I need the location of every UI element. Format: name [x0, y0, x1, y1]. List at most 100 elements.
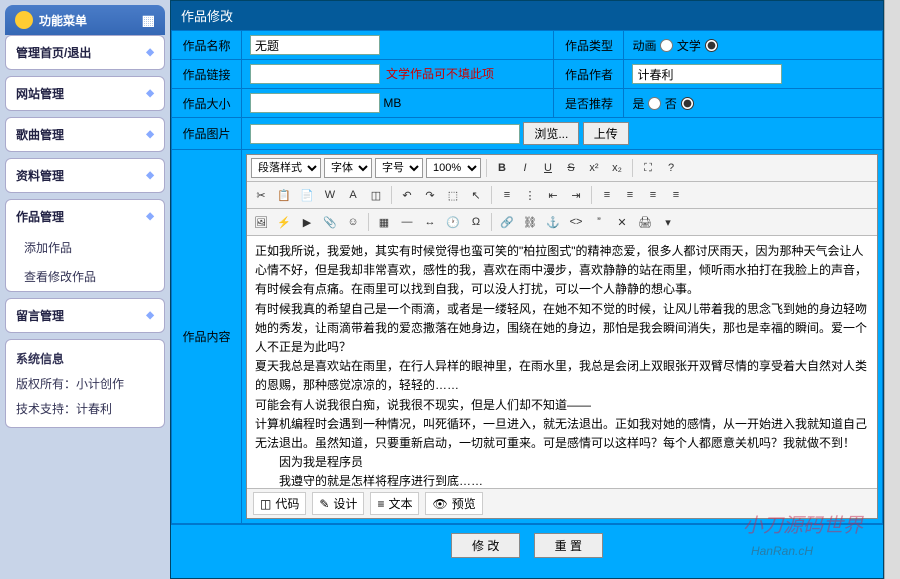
sidebar-item-home[interactable]: 管理首页/退出◆ [6, 36, 164, 69]
font-select[interactable]: 字体 [324, 158, 372, 178]
super-icon[interactable]: x² [584, 158, 604, 178]
size-input[interactable] [250, 93, 380, 113]
pointer-icon[interactable]: ↖ [466, 185, 486, 205]
bold-icon[interactable]: B [492, 158, 512, 178]
size-unit: MB [383, 96, 401, 110]
work-name-input[interactable] [250, 35, 380, 55]
sidebar-subitem-add-work[interactable]: 添加作品 [6, 233, 164, 262]
media-icon[interactable]: ▶ [297, 212, 317, 232]
image-label: 作品图片 [172, 118, 242, 150]
redo-icon[interactable]: ↷ [420, 185, 440, 205]
clear-icon[interactable]: ✕ [612, 212, 632, 232]
chevron-down-icon: ◆ [146, 129, 154, 140]
align-center-icon[interactable]: ≡ [620, 185, 640, 205]
preview-mode-icon: 👁 [432, 497, 447, 511]
indent-icon[interactable]: ⇥ [566, 185, 586, 205]
strike-icon[interactable]: S [561, 158, 581, 178]
image-icon[interactable]: 🖼 [251, 212, 271, 232]
image-path-input[interactable] [250, 124, 520, 144]
paste-icon[interactable]: 📄 [297, 185, 317, 205]
zoom-select[interactable]: 100% [426, 158, 481, 178]
work-type-label: 作品类型 [554, 31, 624, 60]
align-justify-icon[interactable]: ≡ [666, 185, 686, 205]
scrollbar[interactable] [884, 0, 900, 579]
sidebar-item-song[interactable]: 歌曲管理◆ [6, 118, 164, 151]
type-lit-radio[interactable] [705, 39, 718, 52]
work-name-label: 作品名称 [172, 31, 242, 60]
sidebar-item-site[interactable]: 网站管理◆ [6, 77, 164, 110]
main-content: 作品修改 作品名称 作品类型 动画 文学 作品链接 文学作品可不填此项 作品作者 [170, 0, 884, 579]
unlink-icon[interactable]: ⛓ [520, 212, 540, 232]
browse-button[interactable]: 浏览... [523, 122, 579, 145]
sidebar-item-message[interactable]: 留言管理◆ [6, 299, 164, 332]
info-title: 系统信息 [16, 346, 154, 371]
help-icon[interactable]: ? [661, 158, 681, 178]
author-input[interactable] [632, 64, 782, 84]
type-anime-radio[interactable] [660, 39, 673, 52]
sub-icon[interactable]: x₂ [607, 158, 627, 178]
char-icon[interactable]: Ω [466, 212, 486, 232]
underline-icon[interactable]: U [538, 158, 558, 178]
design-mode-icon: ✎ [319, 497, 329, 511]
mode-text[interactable]: ≡文本 [370, 492, 419, 515]
sidebar-item-data[interactable]: 资料管理◆ [6, 159, 164, 192]
cut-icon[interactable]: ✂ [251, 185, 271, 205]
align-right-icon[interactable]: ≡ [643, 185, 663, 205]
code-icon[interactable]: <> [566, 212, 586, 232]
table-icon[interactable]: ▦ [374, 212, 394, 232]
anchor-icon[interactable]: ⚓ [543, 212, 563, 232]
author-label: 作品作者 [554, 60, 624, 89]
print-icon[interactable]: 🖨 [635, 212, 655, 232]
flash-icon[interactable]: ⚡ [274, 212, 294, 232]
mode-preview[interactable]: 👁预览 [425, 492, 482, 515]
ul-icon[interactable]: ⋮ [520, 185, 540, 205]
mode-design[interactable]: ✎设计 [312, 492, 364, 515]
outdent-icon[interactable]: ⇤ [543, 185, 563, 205]
fontsize-select[interactable]: 字号 [375, 158, 423, 178]
hr-icon[interactable]: — [397, 212, 417, 232]
bgcolor-icon[interactable]: ◫ [366, 185, 386, 205]
italic-icon[interactable]: I [515, 158, 535, 178]
copy-icon[interactable]: 📋 [274, 185, 294, 205]
text-mode-icon: ≡ [377, 497, 384, 511]
link-icon[interactable]: 🔗 [497, 212, 517, 232]
chevron-down-icon: ◆ [146, 88, 154, 99]
menu-grid-icon[interactable]: ▦ [142, 12, 155, 29]
chevron-down-icon: ◆ [146, 170, 154, 181]
emoji-icon[interactable]: ☺ [343, 212, 363, 232]
chevron-down-icon: ◆ [146, 310, 154, 321]
work-link-input[interactable] [250, 64, 380, 84]
time-icon[interactable]: 🕐 [443, 212, 463, 232]
align-left-icon[interactable]: ≡ [597, 185, 617, 205]
panel-title: 作品修改 [171, 1, 883, 30]
more-icon[interactable]: ▾ [658, 212, 678, 232]
editor-textarea[interactable]: 正如我所说，我爱她，其实有时候觉得也蛮可笑的"柏拉图式"的精神恋爱，很多人都讨厌… [247, 236, 877, 488]
editor-toolbar-1: 段落样式 字体 字号 100% B I U S x² x₂ [247, 155, 877, 182]
editor-footer: ◫代码 ✎设计 ≡文本 👁预览 [247, 488, 877, 518]
file-icon[interactable]: 📎 [320, 212, 340, 232]
system-info: 系统信息 版权所有：小计创作 技术支持：计春利 [5, 339, 165, 428]
color-icon[interactable]: A [343, 185, 363, 205]
recommend-yes-radio[interactable] [648, 97, 661, 110]
form-table: 作品名称 作品类型 动画 文学 作品链接 文学作品可不填此项 作品作者 作品大小 [171, 30, 883, 524]
sidebar-subitem-view-work[interactable]: 查看修改作品 [6, 262, 164, 291]
modify-button[interactable]: 修 改 [451, 533, 520, 558]
paste-word-icon[interactable]: W [320, 185, 340, 205]
logo-icon [15, 11, 33, 29]
size-label: 作品大小 [172, 89, 242, 118]
footer-row: 修 改 重 置 [171, 524, 883, 566]
fullscreen-icon[interactable]: ⛶ [638, 158, 658, 178]
reset-button[interactable]: 重 置 [534, 533, 603, 558]
sidebar-item-works[interactable]: 作品管理◆ [6, 200, 164, 233]
ol-icon[interactable]: ≡ [497, 185, 517, 205]
marquee-icon[interactable]: ↔ [420, 212, 440, 232]
mode-code[interactable]: ◫代码 [253, 492, 306, 515]
select-icon[interactable]: ⬚ [443, 185, 463, 205]
recommend-no-radio[interactable] [681, 97, 694, 110]
para-style-select[interactable]: 段落样式 [251, 158, 321, 178]
recommend-label: 是否推荐 [554, 89, 624, 118]
chevron-down-icon: ◆ [146, 211, 154, 222]
upload-button[interactable]: 上传 [583, 122, 629, 145]
undo-icon[interactable]: ↶ [397, 185, 417, 205]
quote-icon[interactable]: ” [589, 212, 609, 232]
